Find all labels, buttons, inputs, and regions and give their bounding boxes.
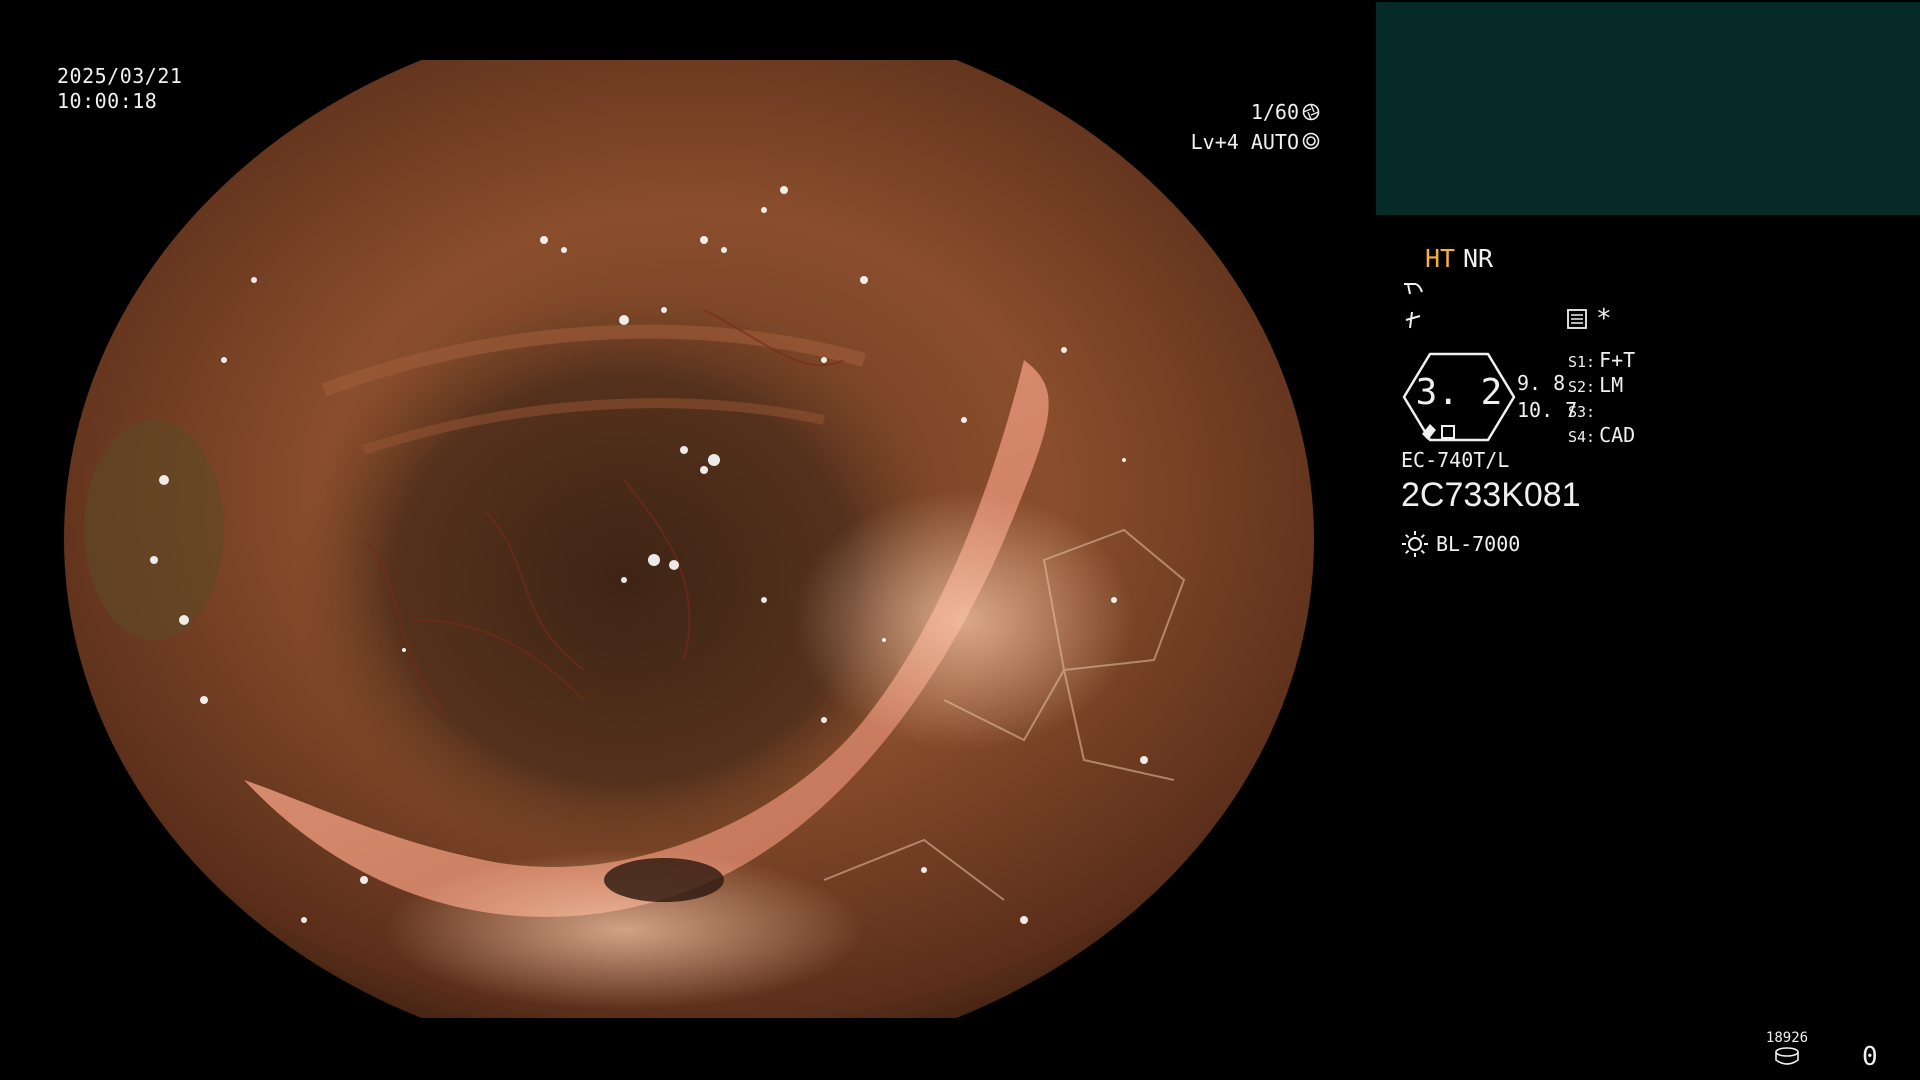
- light-source-sun-icon: [1401, 530, 1429, 563]
- time-label: 10:00:18: [57, 89, 158, 113]
- slot-value: LM: [1599, 373, 1624, 397]
- mode-value: AUTO: [1250, 129, 1299, 154]
- slot-key: S4:: [1568, 428, 1596, 446]
- ht-indicator: HT: [1425, 244, 1456, 273]
- slot-value: CAD: [1599, 423, 1636, 447]
- freeze-icon: [1402, 308, 1424, 335]
- exposure-info: 1/60 Lv+4 AUTO: [1170, 98, 1320, 157]
- scope-model: EC-740T/L: [1401, 448, 1510, 472]
- asterisk-marker: *: [1596, 304, 1612, 334]
- level-row: Lv+4 AUTO: [1170, 128, 1320, 158]
- image-counter: 18926: [1750, 1030, 1824, 1070]
- date-label: 2025/03/21: [57, 64, 183, 88]
- slot-s1: S1: F+T: [1568, 348, 1635, 372]
- slot-value: F+T: [1599, 348, 1636, 372]
- value-top: 9. 8: [1517, 371, 1566, 395]
- frame-index: 0: [1862, 1042, 1878, 1072]
- endoscope-view: [64, 60, 1314, 1018]
- shutter-value: 1/60: [1250, 100, 1299, 124]
- zoom-value: 3. 2: [1415, 372, 1503, 413]
- slot-s2: S2: LM: [1568, 373, 1623, 397]
- shutter-aperture-icon: [1302, 100, 1320, 128]
- light-source-label: BL-7000: [1436, 532, 1521, 556]
- level-value: Lv+4: [1190, 129, 1239, 154]
- slot-s4: S4: CAD: [1568, 423, 1635, 447]
- storage-disk-icon: [1750, 1047, 1824, 1070]
- auto-iris-icon: [1302, 129, 1320, 157]
- settings-list-icon: [1566, 308, 1588, 335]
- status-panel: HT NR * 3. 2 9. 8 10. 7 S1: F+T S2: LM S3:…: [1390, 240, 1750, 600]
- datetime: 2025/03/21 10:00:18: [57, 64, 182, 114]
- slot-key: S1:: [1568, 353, 1596, 371]
- slot-key: S2:: [1568, 378, 1596, 396]
- counter-value: 18926: [1765, 1030, 1809, 1046]
- slot-key: S3:: [1568, 403, 1596, 421]
- shutter-row: 1/60: [1170, 98, 1320, 128]
- nr-indicator: NR: [1463, 244, 1494, 273]
- thumbnail-panel: [1376, 2, 1920, 215]
- scope-function-icon: [1402, 278, 1424, 303]
- scope-serial: 2C733K081: [1401, 476, 1581, 514]
- slot-s3: S3:: [1568, 398, 1599, 422]
